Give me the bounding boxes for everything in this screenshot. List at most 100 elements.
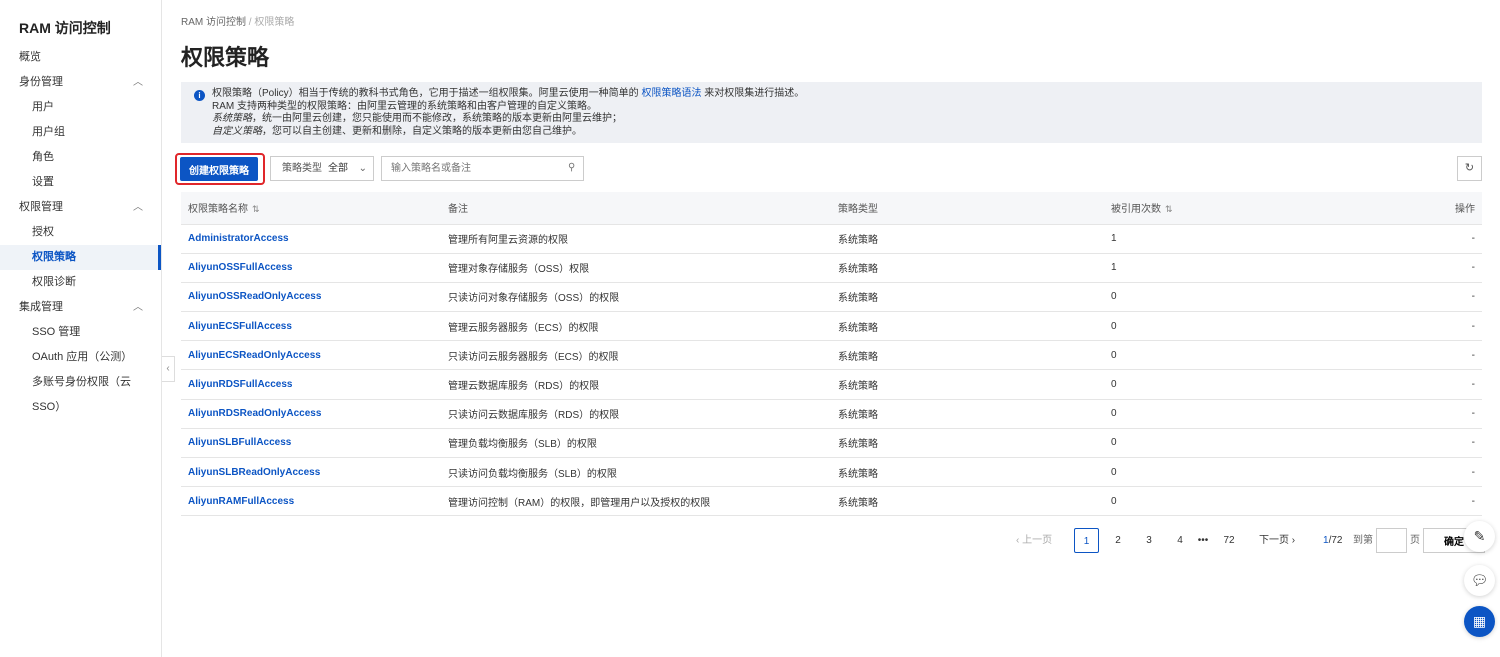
policy-type: 系统策略 [831,253,1104,283]
policy-remark: 管理云服务器服务（ECS）的权限 [441,311,831,342]
page-indicator: 1/72 [1323,535,1343,546]
policy-type-label: 策略类型 [282,163,322,174]
sidebar-item[interactable]: 多账号身份权限（云 SSO） [0,370,161,413]
sidebar-item[interactable]: OAuth 应用（公测） [0,345,161,370]
page-1[interactable]: 1 [1074,528,1099,553]
sidebar: RAM 访问控制 概览 身份管理 ︿ 用户用户组角色设置权限管理 ︿ 授权权限策略权限诊断… [0,0,162,657]
policy-type: 系统策略 [831,224,1104,254]
column-header-type: 策略类型 [831,192,1104,225]
notice-text: 系统策略 [212,113,252,124]
create-policy-button[interactable]: 创建权限策略 [180,157,258,181]
notice-text: 自定义策略 [212,125,262,137]
reference-count: 0 [1104,399,1357,429]
reference-count: 0 [1104,457,1357,488]
sidebar-item-label: 用户组 [32,126,65,138]
sidebar-item[interactable]: 权限诊断 [0,270,161,295]
actions: - [1356,224,1482,254]
chevron-down-icon: ⌄ [358,163,367,174]
goto-label: 到第 [1353,535,1373,546]
actions: - [1356,340,1482,371]
page-72[interactable]: 72 [1219,528,1239,553]
sidebar-item[interactable]: 用户组 [0,120,161,145]
search-icon[interactable]: ⚲ [568,162,575,173]
page-4[interactable]: 4 [1173,528,1187,553]
reference-count: 0 [1104,311,1357,342]
info-notice: i 权限策略（Policy）相当于传统的教科书式角色，它用于描述一组权限集。阿里… [181,82,1482,143]
policy-type: 系统策略 [831,457,1104,488]
sidebar-item[interactable]: SSO 管理 [0,320,161,345]
pagination: ‹ 上一页 1 2 3 4 ••• 72 下一页 › 1/72 到第 页 确定 [181,528,1485,553]
breadcrumb-root[interactable]: RAM 访问控制 [181,17,246,28]
policy-remark: 管理云数据库服务（RDS）的权限 [441,369,831,400]
policy-name-link[interactable]: AliyunRDSFullAccess [181,369,441,400]
page-3[interactable]: 3 [1142,528,1156,553]
edit-feedback-button[interactable]: ✎ [1464,521,1495,552]
sort-icon[interactable]: ⇅ [1165,204,1173,214]
apps-button[interactable]: ▦ [1464,606,1495,637]
actions: - [1356,399,1482,429]
sidebar-item-label: 设置 [32,176,54,188]
sidebar-title: RAM 访问控制 [19,20,111,36]
toolbar: 创建权限策略 策略类型全部 ⌄ ⚲ ↻ [175,153,1482,187]
policy-name-link[interactable]: AliyunOSSFullAccess [181,253,441,283]
reference-count: 0 [1104,369,1357,400]
reference-count: 0 [1104,428,1357,459]
search-input[interactable] [381,156,584,181]
sidebar-item-label: OAuth 应用（公测） [32,351,133,363]
column-header-references[interactable]: 被引用次数 ⇅ [1104,192,1357,225]
chat-icon: 💬︎ [1470,572,1489,588]
sidebar-item[interactable]: 权限管理 ︿ [0,195,161,220]
sidebar-item[interactable]: 概览 [0,45,161,70]
sidebar-item[interactable]: 用户 [0,95,161,120]
reference-count: 0 [1104,486,1357,517]
policy-name-link[interactable]: AdministratorAccess [181,224,441,254]
pagination-ellipsis[interactable]: ••• [1193,528,1213,553]
table-row: AliyunRDSFullAccess 管理云数据库服务（RDS）的权限 系统策略 0… [181,369,1482,400]
prev-page-button[interactable]: ‹ 上一页 [1016,528,1052,553]
policy-name-link[interactable]: AliyunSLBReadOnlyAccess [181,457,441,488]
reference-count: 0 [1104,282,1357,313]
policy-name-link[interactable]: AliyunECSFullAccess [181,311,441,342]
chat-button[interactable]: 💬︎ [1464,565,1495,596]
sidebar-item-label: 用户 [32,101,54,113]
goto-page-input[interactable] [1376,528,1407,553]
policy-name-link[interactable]: AliyunRAMFullAccess [181,486,441,517]
sidebar-item[interactable]: 权限策略 [0,245,161,270]
policy-remark: 只读访问对象存储服务（OSS）的权限 [441,282,831,313]
sidebar-item[interactable]: 角色 [0,145,161,170]
notice-text: 权限策略（Policy）相当于传统的教科书式角色，它用于描述一组权限集。阿里云使… [212,88,642,99]
sidebar-item[interactable]: 集成管理 ︿ [0,295,161,320]
actions: - [1356,311,1482,342]
chevron-up-icon[interactable]: ︿ [133,70,143,95]
notice-text: ，您可以自主创建、更新和删除，自定义策略的版本更新由您自己维护。 [262,125,582,137]
chevron-up-icon[interactable]: ︿ [133,295,143,320]
policy-remark: 管理对象存储服务（OSS）权限 [441,253,831,283]
column-header-remark: 备注 [441,192,831,225]
policy-remark: 管理访问控制（RAM）的权限，即管理用户以及授权的权限 [441,486,831,517]
breadcrumb-separator: / [248,17,252,28]
sidebar-item[interactable]: 设置 [0,170,161,195]
policy-type-select[interactable]: 策略类型 全部 ⌄ [270,156,374,181]
sidebar-item-label: 权限策略 [32,251,76,263]
policy-syntax-link[interactable]: 权限策略语法 [641,88,701,99]
policy-name-link[interactable]: AliyunECSReadOnlyAccess [181,340,441,371]
sidebar-item[interactable]: 授权 [0,220,161,245]
breadcrumb-current: 权限策略 [254,17,295,28]
policy-remark: 管理所有阿里云资源的权限 [441,224,831,254]
policy-name-link[interactable]: AliyunRDSReadOnlyAccess [181,399,441,429]
policy-type: 系统策略 [831,340,1104,371]
next-page-button[interactable]: 下一页 › [1259,528,1295,553]
refresh-button[interactable]: ↻ [1457,156,1482,181]
policy-type: 系统策略 [831,282,1104,313]
policy-type: 系统策略 [831,428,1104,459]
table-row: AdministratorAccess 管理所有阿里云资源的权限 系统策略 1- [181,224,1482,254]
policy-name-link[interactable]: AliyunSLBFullAccess [181,428,441,459]
sort-icon[interactable]: ⇅ [252,204,260,214]
collapse-sidebar-button[interactable]: ‹ [162,356,175,382]
sidebar-item[interactable]: 身份管理 ︿ [0,70,161,95]
page-2[interactable]: 2 [1111,528,1125,553]
chevron-up-icon[interactable]: ︿ [133,195,143,220]
policy-name-link[interactable]: AliyunOSSReadOnlyAccess [181,282,441,313]
column-header-name[interactable]: 权限策略名称 ⇅ [181,192,441,225]
table-row: AliyunECSReadOnlyAccess 只读访问云服务器服务（ECS）的权… [181,340,1482,371]
